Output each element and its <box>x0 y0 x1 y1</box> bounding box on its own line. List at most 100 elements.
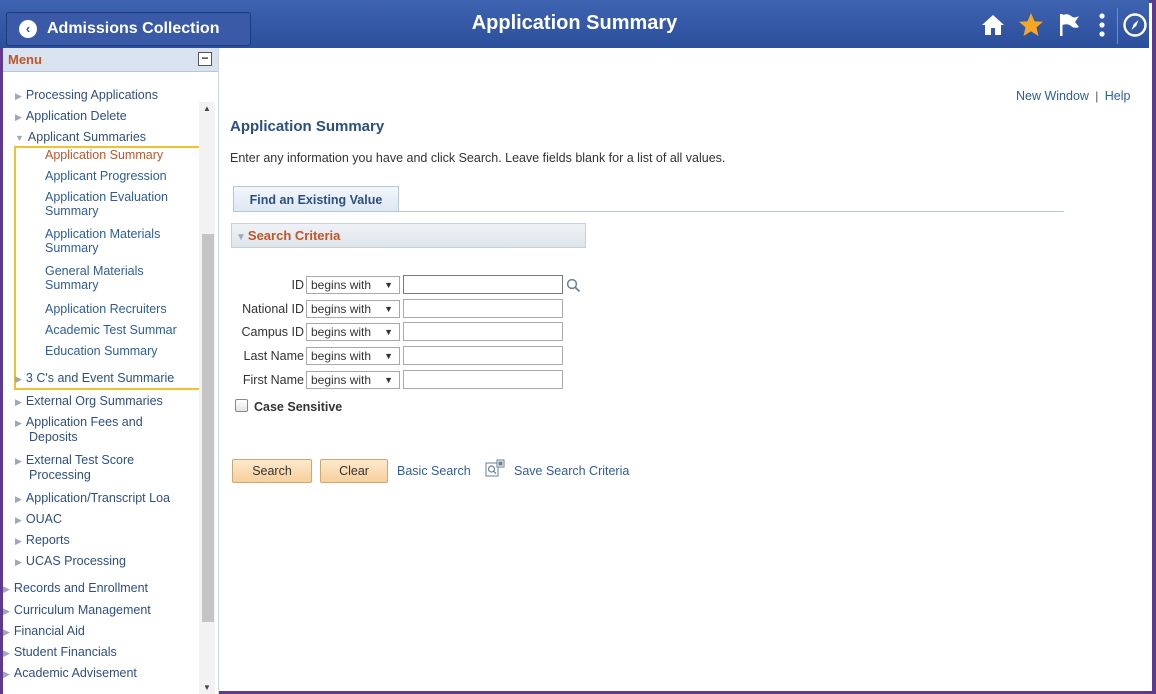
back-button-label: Admissions Collection <box>47 20 220 37</box>
triangle-right-icon: ▶ <box>15 515 22 525</box>
triangle-right-icon: ▶ <box>15 536 22 546</box>
help-link[interactable]: Help <box>1105 89 1131 103</box>
campus-id-input[interactable] <box>403 322 563 341</box>
national-id-row: National ID <box>230 299 304 319</box>
menu-item-application-evaluation-summary[interactable]: Application Evaluation Summary <box>45 190 190 218</box>
triangle-right-icon: ▶ <box>15 374 22 384</box>
dropdown-arrow-icon: ▼ <box>384 351 393 361</box>
menu-item-ucas-processing[interactable]: ▶ UCAS Processing <box>15 554 126 569</box>
menu-item-academic-advisement[interactable]: ▶ Academic Advisement <box>3 666 137 680</box>
chevron-left-icon: ‹ <box>19 20 37 38</box>
triangle-down-icon: ▼ <box>236 232 246 243</box>
top-banner: ‹ Admissions Collection Application Summ… <box>0 0 1149 48</box>
triangle-right-icon: ▶ <box>15 418 22 428</box>
dropdown-arrow-icon: ▼ <box>384 375 393 385</box>
triangle-right-icon: ▶ <box>15 91 22 101</box>
lookup-search-icon[interactable] <box>566 278 581 293</box>
campus-id-row: Campus ID <box>230 322 304 342</box>
search-criteria-header[interactable]: ▼ Search Criteria <box>231 223 586 248</box>
menu-item-records-enrollment[interactable]: ▶ Records and Enrollment <box>3 581 148 596</box>
triangle-right-icon: ▶ <box>3 606 10 616</box>
search-button[interactable]: Search <box>232 459 312 483</box>
triangle-right-icon: ▶ <box>15 494 22 504</box>
dropdown-arrow-icon: ▼ <box>384 304 393 314</box>
id-row: ID <box>230 275 305 295</box>
id-input[interactable] <box>403 275 563 294</box>
triangle-right-icon: ▶ <box>15 112 22 122</box>
back-button[interactable]: ‹ Admissions Collection <box>6 12 251 46</box>
id-operator-select[interactable]: begins with ▼ <box>306 276 400 294</box>
triangle-right-icon: ▶ <box>15 557 22 567</box>
menu-item-external-test-score-processing[interactable]: ▶ External Test Score Processing <box>15 453 185 482</box>
link-separator: | <box>1095 89 1099 103</box>
menu-item-student-financials[interactable]: ▶ Student Financials <box>3 645 117 660</box>
menu-scrollbar[interactable]: ▲ ▼ <box>199 102 215 694</box>
menu-item-reports[interactable]: ▶ Reports <box>15 533 70 548</box>
case-sensitive-label: Case Sensitive <box>254 400 343 414</box>
new-window-link[interactable]: New Window <box>1016 89 1089 103</box>
menu-item-application-fees-deposits[interactable]: ▶ Application Fees and Deposits <box>15 415 185 444</box>
tab-find-existing-value[interactable]: Find an Existing Value <box>233 186 399 212</box>
last-name-label: Last Name <box>243 349 304 363</box>
last-name-operator-select[interactable]: begins with ▼ <box>306 347 400 365</box>
menu-header: Menu − <box>3 48 218 72</box>
menu-item-ouac[interactable]: ▶ OUAC <box>15 512 62 527</box>
id-label: ID <box>291 278 305 292</box>
scroll-thumb[interactable] <box>202 234 214 622</box>
menu-item-external-org-summaries[interactable]: ▶ External Org Summaries <box>15 394 163 409</box>
instructions-text: Enter any information you have and click… <box>230 151 726 165</box>
menu-item-academic-test-summary[interactable]: Academic Test Summar <box>45 323 177 337</box>
menu-item-applicant-summaries[interactable]: ▼ Applicant Summaries <box>15 130 146 145</box>
navbar-compass-icon[interactable] <box>1122 12 1148 38</box>
basic-search-link[interactable]: Basic Search <box>397 464 471 478</box>
case-sensitive-checkbox[interactable] <box>235 399 248 412</box>
menu-item-application-recruiters[interactable]: Application Recruiters <box>45 302 167 316</box>
search-criteria-label: Search Criteria <box>247 228 341 243</box>
scroll-up-icon[interactable]: ▲ <box>203 104 211 113</box>
save-search-criteria-link[interactable]: Save Search Criteria <box>514 464 629 478</box>
menu-item-general-materials-summary[interactable]: General Materials Summary <box>45 264 190 292</box>
triangle-down-icon: ▼ <box>15 133 24 143</box>
navigation-sidebar: Menu − ▶ Processing Applications ▶ Applica… <box>3 48 219 694</box>
page-title: Application Summary <box>230 118 385 135</box>
menu-item-application-delete[interactable]: ▶ Application Delete <box>15 109 127 124</box>
triangle-right-icon: ▶ <box>3 669 10 679</box>
menu-item-application-materials-summary[interactable]: Application Materials Summary <box>45 227 190 255</box>
clear-button[interactable]: Clear <box>320 459 388 483</box>
last-name-input[interactable] <box>403 346 563 365</box>
first-name-input[interactable] <box>403 370 563 389</box>
actions-menu-icon[interactable] <box>1098 12 1106 38</box>
campus-id-label: Campus ID <box>241 325 304 339</box>
scroll-down-icon[interactable]: ▼ <box>203 683 211 692</box>
save-search-icon[interactable] <box>485 459 505 477</box>
header-divider <box>1117 8 1118 44</box>
first-name-row: First Name <box>230 370 304 390</box>
national-id-operator-select[interactable]: begins with ▼ <box>306 300 400 318</box>
menu-item-curriculum-management[interactable]: ▶ Curriculum Management <box>3 603 151 618</box>
menu-item-financial-aid[interactable]: ▶ Financial Aid <box>3 624 85 639</box>
menu-item-applicant-progression[interactable]: Applicant Progression <box>45 169 167 183</box>
tab-divider <box>233 211 1064 212</box>
triangle-right-icon: ▶ <box>3 584 10 594</box>
notification-flag-icon[interactable] <box>1058 12 1080 38</box>
menu-item-education-summary[interactable]: Education Summary <box>45 344 158 358</box>
menu-item-3cs-event-summaries[interactable]: ▶ 3 C's and Event Summarie <box>15 371 174 386</box>
national-id-input[interactable] <box>403 299 563 318</box>
dropdown-arrow-icon: ▼ <box>384 280 393 290</box>
campus-id-operator-select[interactable]: begins with ▼ <box>306 323 400 341</box>
top-links: New Window | Help <box>1016 89 1130 103</box>
favorites-star-icon[interactable] <box>1018 12 1044 38</box>
menu-item-processing-applications[interactable]: ▶ Processing Applications <box>15 88 158 103</box>
triangle-right-icon: ▶ <box>15 456 22 466</box>
menu-item-application-summary[interactable]: Application Summary <box>45 148 163 162</box>
first-name-operator-select[interactable]: begins with ▼ <box>306 371 400 389</box>
collapse-menu-icon[interactable]: − <box>198 52 212 66</box>
menu-title: Menu <box>8 52 42 67</box>
home-icon[interactable] <box>980 13 1006 37</box>
national-id-label: National ID <box>242 302 304 316</box>
last-name-row: Last Name <box>230 346 304 366</box>
menu-item-application-transcript-load[interactable]: ▶ Application/Transcript Loa <box>15 491 170 506</box>
dropdown-arrow-icon: ▼ <box>384 327 393 337</box>
triangle-right-icon: ▶ <box>15 397 22 407</box>
triangle-right-icon: ▶ <box>3 627 10 637</box>
